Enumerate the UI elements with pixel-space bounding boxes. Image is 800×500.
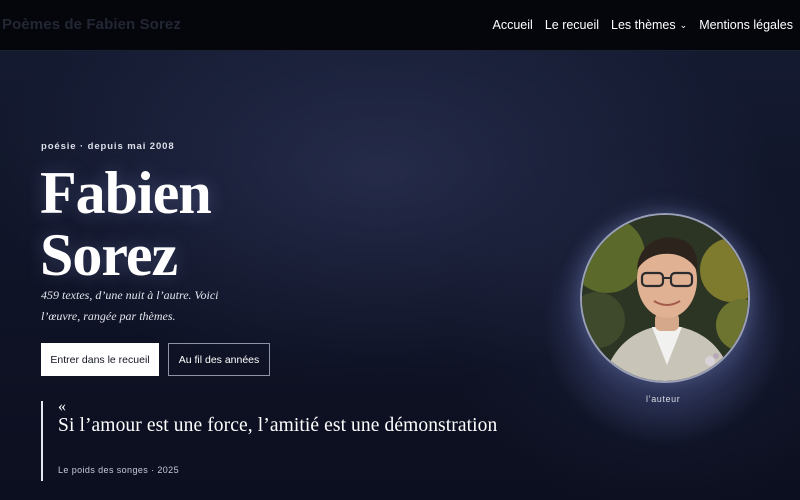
enter-collection-button[interactable]: Entrer dans le recueil <box>41 343 159 376</box>
quote-source: Le poids des songes · 2025 <box>58 465 179 475</box>
nav-link-label: Les thèmes <box>611 18 676 32</box>
nav-link-label: Le recueil <box>544 18 600 32</box>
quote-mark-icon: « <box>58 398 66 415</box>
by-years-button[interactable]: Au fil des années <box>168 343 270 376</box>
quote-text: Si l’amour est une force, l’amitié est u… <box>58 415 498 436</box>
author-portrait-image <box>582 215 748 381</box>
hero-section: poésie · depuis mai 2008 Fabien Sorez 45… <box>0 51 800 500</box>
author-portrait <box>580 213 750 383</box>
hero-eyebrow: poésie · depuis mai 2008 <box>41 141 175 152</box>
nav-link-accueil[interactable]: Accueil <box>493 18 533 32</box>
nav-link-mentions-legales[interactable]: Mentions légales <box>699 18 793 32</box>
nav-link-label: Accueil <box>492 18 533 32</box>
chevron-down-icon: ⌄ <box>679 19 688 30</box>
hero-tagline: 459 textes, d’une nuit à l’autre. Voici … <box>41 288 219 323</box>
author-name-line2: Sorez <box>40 222 178 288</box>
nav-link-themes[interactable]: Les thèmes ⌄ <box>611 18 687 32</box>
portrait-caption: l’auteur <box>646 394 681 404</box>
site-title[interactable]: Poèmes de Fabien Sorez <box>2 16 181 33</box>
nav-link-recueil[interactable]: Le recueil <box>545 18 599 32</box>
author-name: Fabien Sorez <box>40 162 360 286</box>
top-navbar: Poèmes de Fabien Sorez Accueil Le recuei… <box>0 0 800 51</box>
featured-quote: « Si l’amour est une force, l’amitié est… <box>41 398 561 481</box>
author-name-line1: Fabien <box>40 160 212 226</box>
main-nav: Accueil Le recueil Les thèmes ⌄ Mentions … <box>481 18 793 32</box>
nav-link-label: Mentions légales <box>699 18 793 32</box>
